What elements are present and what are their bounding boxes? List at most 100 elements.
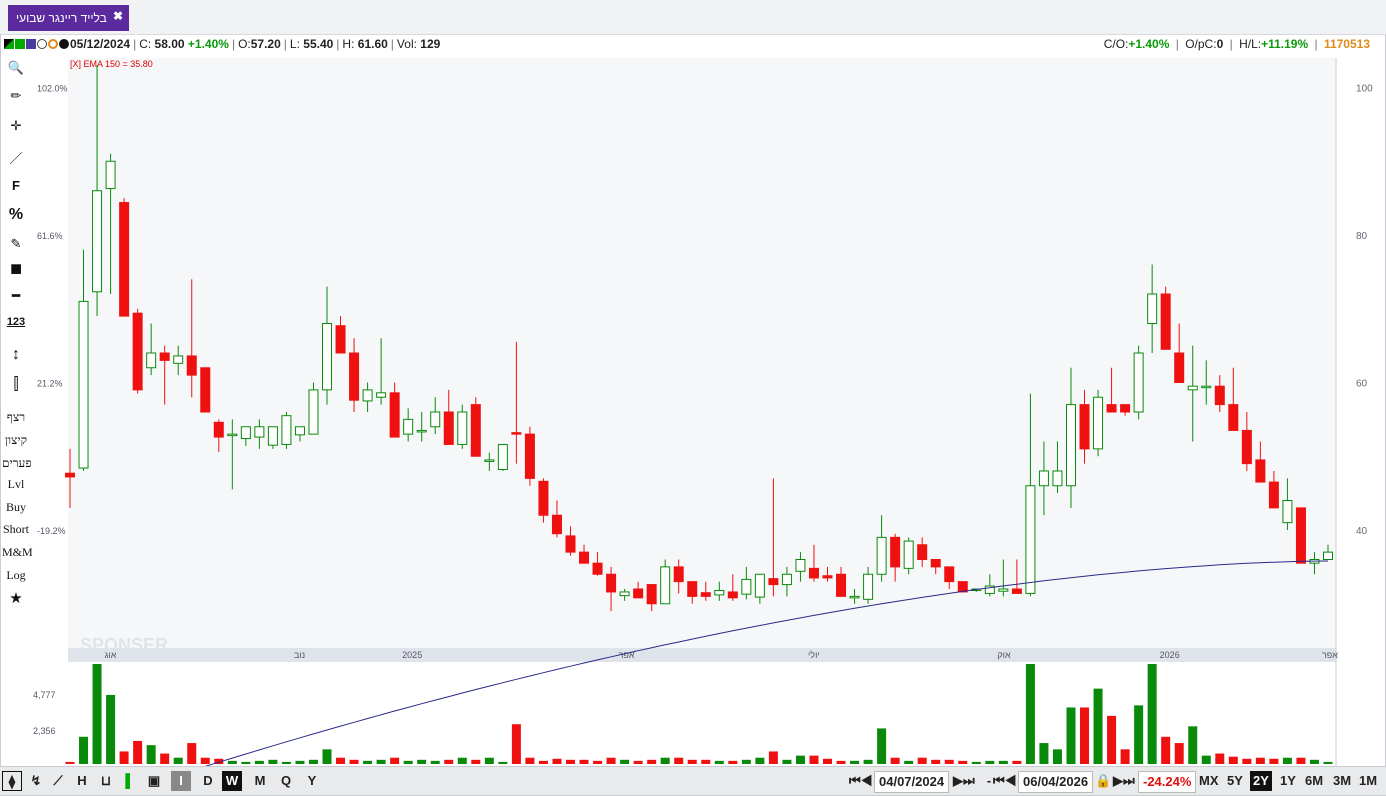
tf-quarterly[interactable]: Q xyxy=(276,771,296,791)
candle-body[interactable] xyxy=(1133,352,1144,413)
candle-body[interactable] xyxy=(1295,507,1306,564)
candle-body[interactable] xyxy=(1228,404,1239,431)
candle-body[interactable] xyxy=(741,578,752,595)
candle-body[interactable] xyxy=(470,404,481,457)
candle-body[interactable] xyxy=(159,352,170,361)
candle-body[interactable] xyxy=(754,573,765,598)
candle-body[interactable] xyxy=(700,592,711,597)
candle-body[interactable] xyxy=(822,575,833,579)
candle-body[interactable] xyxy=(65,472,75,478)
candle-body[interactable] xyxy=(998,588,1009,592)
candle-body[interactable] xyxy=(1323,551,1333,560)
candle-body[interactable] xyxy=(1120,404,1131,413)
tf-daily[interactable]: D xyxy=(198,771,218,791)
candle-body[interactable] xyxy=(1106,404,1117,413)
candle-body[interactable] xyxy=(132,312,143,391)
line-chart-icon[interactable]: ⟋ xyxy=(48,771,68,791)
range-5y[interactable]: 5Y xyxy=(1224,771,1246,791)
candle-body[interactable] xyxy=(200,367,211,413)
candle-body[interactable] xyxy=(579,551,590,564)
candle-body[interactable] xyxy=(1160,293,1171,350)
candle-body[interactable] xyxy=(146,352,157,369)
candle-body[interactable] xyxy=(1214,385,1225,406)
candle-body[interactable] xyxy=(1065,404,1076,487)
candle-body[interactable] xyxy=(457,411,468,445)
candle-body[interactable] xyxy=(1255,459,1266,483)
candle-body[interactable] xyxy=(903,540,914,569)
start-date[interactable]: 04/07/2024 xyxy=(874,771,950,793)
color-bars-icon[interactable]: ▌ xyxy=(120,771,140,791)
candle-body[interactable] xyxy=(322,323,333,391)
candle-body[interactable] xyxy=(484,459,495,462)
tf-intraday[interactable]: I xyxy=(171,771,191,791)
bracket-icon[interactable]: ⊔ xyxy=(96,771,116,791)
candle-body[interactable] xyxy=(795,559,806,572)
candle-body[interactable] xyxy=(551,514,562,535)
save-icon[interactable]: ▣ xyxy=(144,771,164,791)
candle-body[interactable] xyxy=(497,443,508,471)
candle-body[interactable] xyxy=(240,426,251,440)
candle-body[interactable] xyxy=(294,426,305,436)
candle-body[interactable] xyxy=(673,566,684,583)
ema-label[interactable]: [X] EMA 150 = 35.80 xyxy=(70,59,153,69)
candle-body[interactable] xyxy=(687,581,698,597)
candle-body[interactable] xyxy=(606,573,617,593)
candle-body[interactable] xyxy=(714,589,725,596)
price-chart[interactable]: [X] EMA 150 = 35.80 SPONSER 100 102.0% 80 6… xyxy=(0,0,1386,766)
tf-monthly[interactable]: M xyxy=(250,771,270,791)
tf-yearly[interactable]: Y xyxy=(302,771,322,791)
candle-body[interactable] xyxy=(308,389,319,435)
candle-body[interactable] xyxy=(416,429,427,433)
range-2y[interactable]: 2Y xyxy=(1250,771,1272,791)
candle-body[interactable] xyxy=(349,352,360,401)
nav-step-icon[interactable]: ▶⏭ xyxy=(950,771,978,791)
range-3m[interactable]: 3M xyxy=(1330,771,1354,791)
candle-body[interactable] xyxy=(1038,470,1049,487)
tf-weekly[interactable]: W xyxy=(222,771,242,791)
candle-body[interactable] xyxy=(119,202,130,317)
range-mx[interactable]: MX xyxy=(1196,771,1222,791)
range-6m[interactable]: 6M xyxy=(1302,771,1326,791)
candle-body[interactable] xyxy=(254,426,265,438)
candle-body[interactable] xyxy=(1025,485,1036,594)
candle-body[interactable] xyxy=(1282,500,1293,524)
nav-start-icon[interactable]: ⏮◀ xyxy=(846,771,875,791)
candle-body[interactable] xyxy=(267,426,278,446)
candle-body[interactable] xyxy=(78,300,89,469)
candle-body[interactable] xyxy=(849,595,860,599)
candle-body[interactable] xyxy=(227,433,238,437)
candle-body[interactable] xyxy=(727,591,738,599)
candle-mode-icon[interactable]: ⧫ xyxy=(2,771,22,791)
candle-body[interactable] xyxy=(92,190,103,293)
candle-body[interactable] xyxy=(646,584,657,605)
end-date[interactable]: 06/04/2026 xyxy=(1018,771,1094,793)
candle-body[interactable] xyxy=(876,536,887,575)
candle-body[interactable] xyxy=(660,566,671,605)
candle-body[interactable] xyxy=(836,573,847,597)
candle-body[interactable] xyxy=(565,535,576,553)
candle-body[interactable] xyxy=(1052,470,1063,487)
candle-body[interactable] xyxy=(511,432,522,435)
candle-body[interactable] xyxy=(213,421,224,438)
candle-body[interactable] xyxy=(281,415,292,445)
candle-body[interactable] xyxy=(944,566,955,583)
candle-body[interactable] xyxy=(335,325,346,354)
cursor-icon[interactable]: ↯ xyxy=(26,771,46,791)
candle-body[interactable] xyxy=(1201,385,1212,389)
candle-body[interactable] xyxy=(186,355,197,376)
candle-body[interactable] xyxy=(389,392,400,438)
range-1m[interactable]: 1M xyxy=(1356,771,1380,791)
candle-body[interactable] xyxy=(362,389,373,402)
candle-body[interactable] xyxy=(430,411,441,428)
candle-body[interactable] xyxy=(1093,396,1104,450)
candle-body[interactable] xyxy=(1174,352,1185,383)
candle-body[interactable] xyxy=(1187,385,1198,391)
candle-body[interactable] xyxy=(173,355,184,364)
candle-body[interactable] xyxy=(592,562,603,575)
candle-body[interactable] xyxy=(524,433,535,479)
candle-body[interactable] xyxy=(619,591,630,597)
candle-body[interactable] xyxy=(1147,293,1158,324)
h-icon[interactable]: H xyxy=(72,771,92,791)
candle-body[interactable] xyxy=(808,567,819,579)
candle-body[interactable] xyxy=(443,411,454,445)
